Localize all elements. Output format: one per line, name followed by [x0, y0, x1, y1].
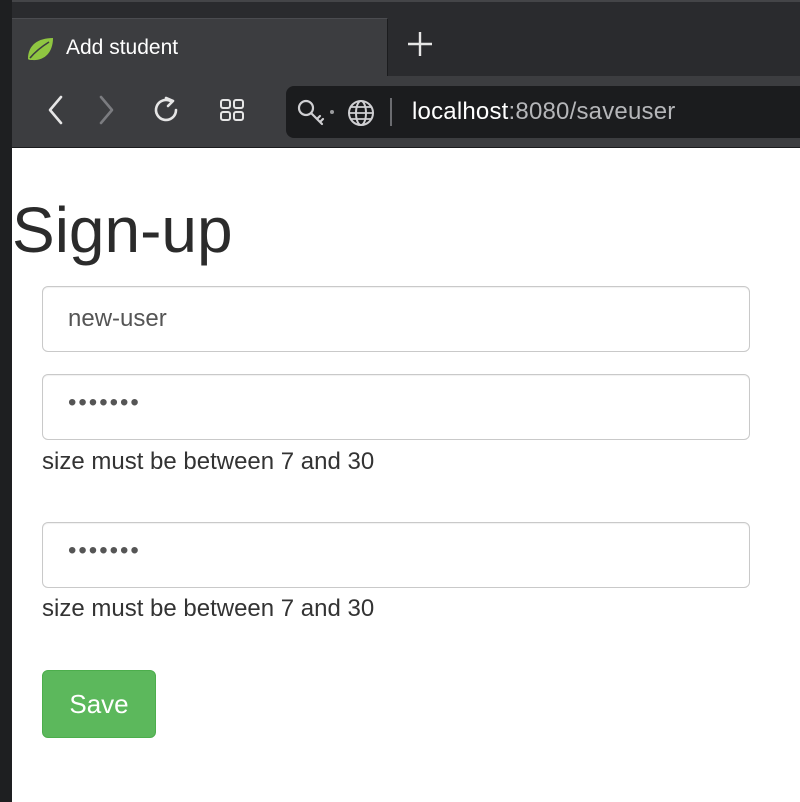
page-title: Sign-up	[12, 194, 233, 266]
address-bar[interactable]: localhost:8080/saveuser	[286, 86, 800, 138]
tab-add-student[interactable]: Add student	[12, 18, 388, 78]
username-input[interactable]: new-user	[42, 286, 750, 352]
tab-title: Add student	[66, 36, 179, 59]
url-host: localhost	[412, 98, 509, 125]
chevron-right-icon	[94, 94, 118, 131]
url-divider	[390, 98, 392, 126]
browser-window: Add student localhost:8080/saveuser Sign…	[0, 0, 800, 802]
reload-icon	[151, 95, 181, 130]
tabs-grid-button[interactable]	[212, 92, 252, 132]
reload-button[interactable]	[146, 92, 186, 132]
save-button[interactable]: Save	[42, 670, 156, 738]
globe-icon	[346, 98, 376, 133]
url-text[interactable]: localhost:8080/saveuser	[412, 98, 675, 126]
password-input[interactable]: •••••••	[42, 374, 750, 440]
new-tab-button[interactable]	[400, 26, 440, 66]
back-button[interactable]	[36, 92, 76, 132]
grid-icon	[218, 96, 246, 129]
password-check-value: •••••••	[68, 537, 141, 564]
spring-leaf-icon	[24, 33, 56, 65]
url-port-path: :8080/saveuser	[508, 98, 676, 125]
browser-toolbar: localhost:8080/saveuser	[0, 76, 800, 148]
password-check-input[interactable]: •••••••	[42, 522, 750, 588]
tab-bar: Add student	[0, 0, 800, 78]
password-error: size must be between 7 and 30	[42, 448, 375, 475]
page-content: Sign-up new-user ••••••• size must be be…	[12, 148, 800, 802]
window-left-edge	[0, 0, 12, 802]
password-check-error: size must be between 7 and 30	[42, 595, 375, 622]
plus-icon	[406, 30, 434, 63]
chevron-left-icon	[44, 94, 68, 131]
key-icon[interactable]	[296, 96, 340, 133]
password-value: •••••••	[68, 389, 141, 416]
username-value: new-user	[68, 305, 167, 332]
forward-button[interactable]	[86, 92, 126, 132]
